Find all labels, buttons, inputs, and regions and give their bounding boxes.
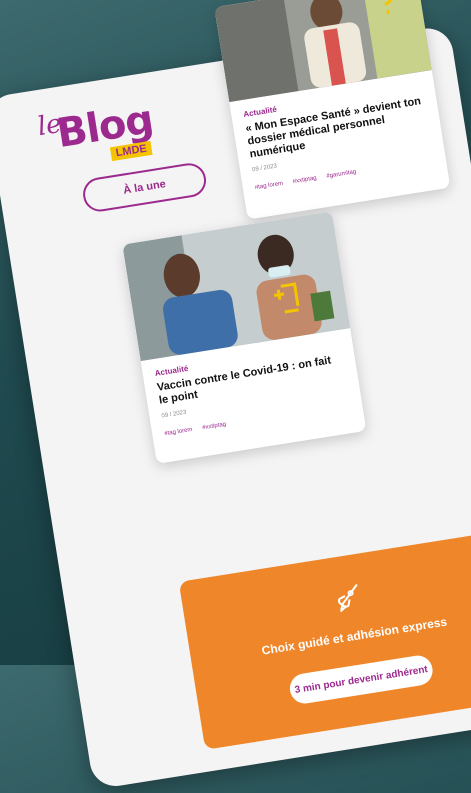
become-member-button[interactable]: 3 min pour devenir adhérent [287,653,435,706]
tag-link[interactable]: #xxtiptag [202,422,227,432]
cta-title: Choix guidé et adhésion express [260,614,448,658]
article-card[interactable]: Actualité « Mon Espace Santé » devient t… [214,0,451,220]
tag-link[interactable]: #xxtiptag [292,175,317,185]
article-tags: #tag lorem #xxtiptag [164,402,351,438]
tilted-mockup: le Blog LMDE À la une Actualité « Mon Es… [0,0,471,790]
tag-link[interactable]: #tag lorem [255,181,284,191]
tag-link[interactable]: #tag lorem [164,427,193,437]
article-card[interactable]: Actualité Vaccin contre le Covid-19 : on… [122,211,367,464]
tag-link[interactable]: #garumltag [326,169,357,180]
rocket-icon [338,584,358,612]
